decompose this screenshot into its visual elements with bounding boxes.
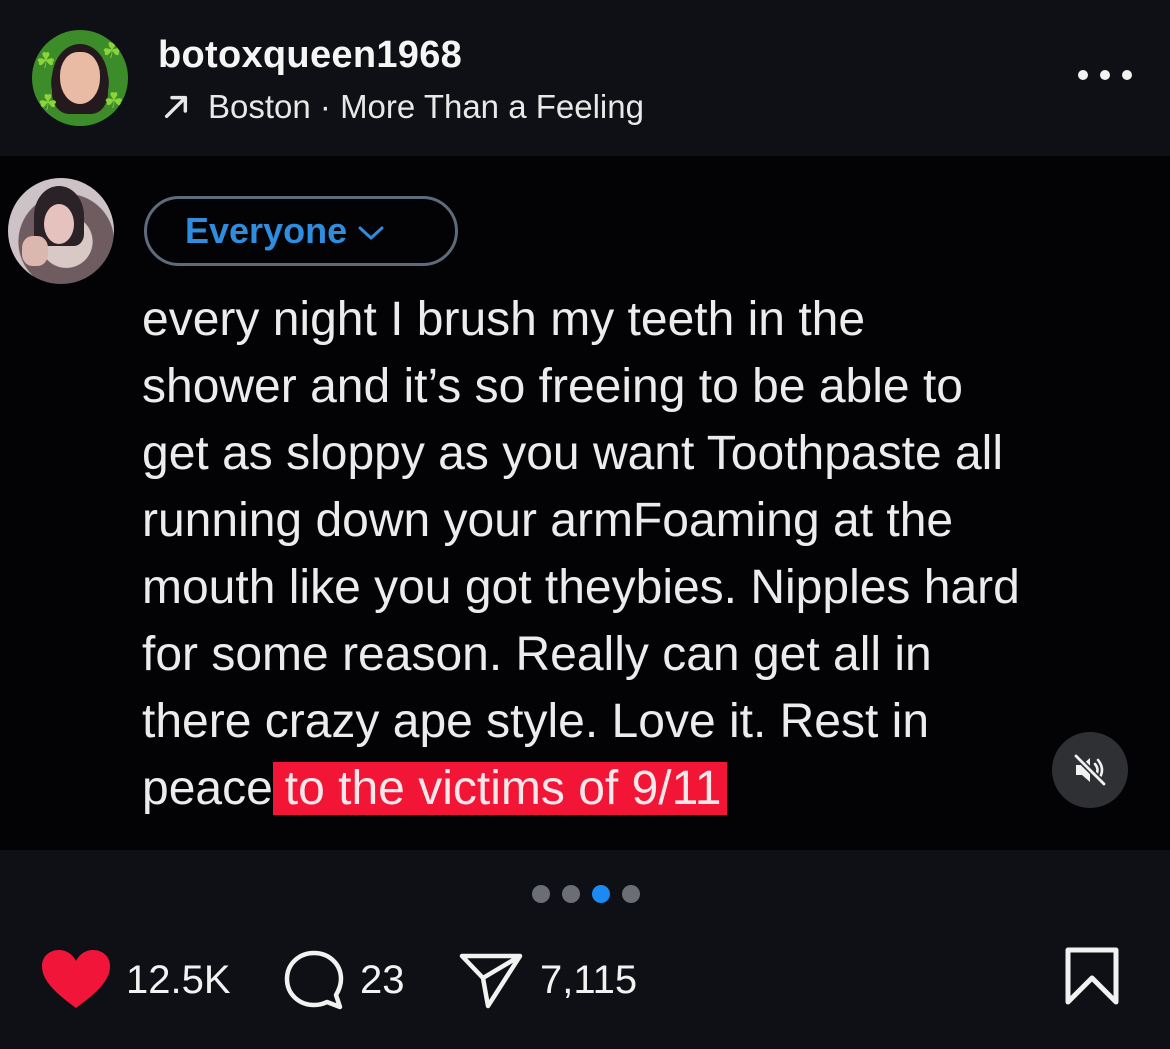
clover-icon: ☘ [102, 38, 122, 63]
share-count: 7,115 [540, 957, 638, 1002]
music-label: Boston · More Than a Feeling [208, 88, 644, 125]
tweet-text-main: every night I brush my teeth in the show… [142, 293, 1020, 815]
more-icon[interactable] [1078, 64, 1132, 86]
clover-icon: ☘ [38, 90, 58, 115]
clover-icon: ☘ [104, 88, 124, 113]
heart-icon [42, 950, 110, 1008]
comment-button[interactable]: 23 [282, 930, 405, 1030]
chevron-down-icon [358, 226, 384, 240]
send-icon [459, 953, 523, 1009]
comment-count: 23 [360, 957, 405, 1002]
clover-icon: ☘ [36, 48, 56, 73]
speaker-muted-icon [1073, 753, 1107, 787]
avatar[interactable]: ☘ ☘ ☘ ☘ [32, 30, 128, 126]
audience-selector: Everyone [144, 196, 458, 266]
carousel-dot [532, 885, 550, 903]
tweet-avatar [8, 178, 114, 284]
arrow-up-right-icon [164, 95, 188, 119]
like-count: 12.5K [126, 957, 231, 1002]
like-button[interactable]: 12.5K [40, 930, 231, 1030]
carousel-indicator [532, 885, 640, 903]
username[interactable]: botoxqueen1968 [158, 34, 462, 77]
carousel-dot [622, 885, 640, 903]
tweet-text-highlight: to the victims of 9/11 [272, 762, 728, 815]
audience-label: Everyone [185, 210, 348, 251]
music-attribution[interactable]: Boston · More Than a Feeling [160, 88, 644, 126]
post-header: ☘ ☘ ☘ ☘ botoxqueen1968 Boston · More Tha… [0, 0, 1170, 156]
tweet-text: every night I brush my teeth in the show… [142, 286, 1170, 822]
carousel-dot [562, 885, 580, 903]
avatar-face [60, 52, 100, 104]
bookmark-icon[interactable] [1064, 946, 1120, 1006]
mute-button[interactable] [1052, 732, 1128, 808]
carousel-dot-active [592, 885, 610, 903]
comment-icon [284, 950, 344, 1010]
share-button[interactable]: 7,115 [458, 930, 637, 1030]
action-bar: 12.5K 23 7,115 [0, 930, 1170, 1030]
